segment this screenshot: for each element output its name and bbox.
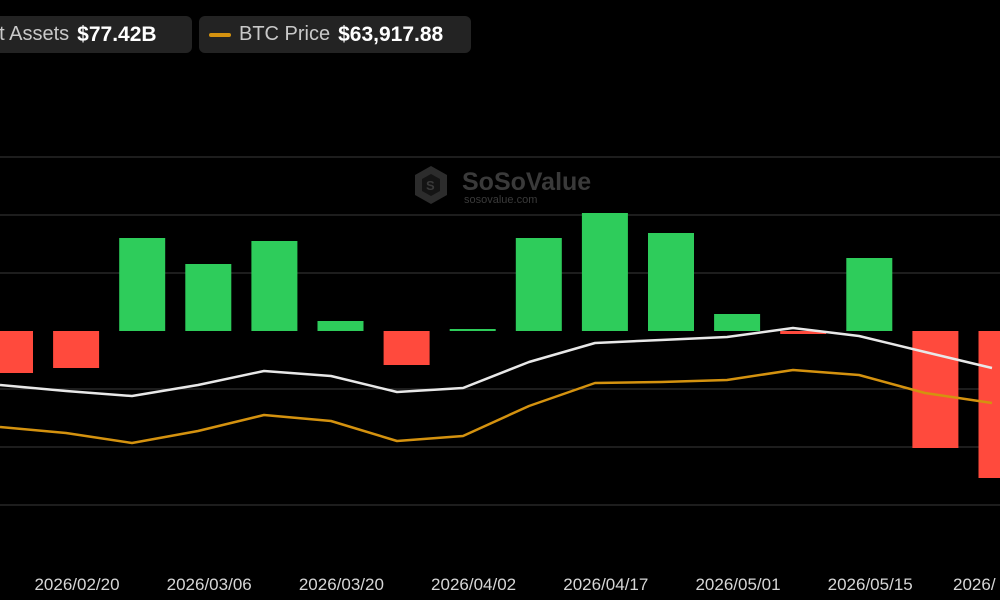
net-assets-line <box>0 326 993 398</box>
flow-bar <box>515 238 562 331</box>
watermark-brand: SoSoValue <box>462 168 591 196</box>
flow-bar <box>581 213 628 331</box>
watermark-url: sosovalue.com <box>464 194 537 206</box>
flow-bar <box>119 238 166 331</box>
flow-bar <box>978 331 1000 478</box>
x-tick-label: 2026/04/02 <box>431 575 516 594</box>
flow-bar <box>251 241 298 331</box>
etf-flow-chart: S SoSoValue sosovalue.com 2026/02/20 2026… <box>0 156 1000 594</box>
flow-bar <box>449 329 496 331</box>
flow-bars <box>0 213 1000 478</box>
flow-bar <box>912 331 959 448</box>
flow-bar <box>714 314 761 331</box>
x-axis-ticks: 2026/02/20 2026/03/06 2026/03/20 2026/04/02… <box>34 575 995 594</box>
x-tick-label: 2026/05/01 <box>695 575 780 594</box>
flow-bar <box>185 264 232 331</box>
flow-bar <box>53 331 100 368</box>
svg-text:S: S <box>426 178 435 193</box>
flow-bar <box>383 331 430 365</box>
series-lines <box>0 326 993 445</box>
x-tick-label: 2026/03/06 <box>167 575 252 594</box>
x-tick-label: 2026/05/15 <box>828 575 913 594</box>
sosovalue-watermark: S SoSoValue sosovalue.com <box>415 166 591 206</box>
x-tick-label: 2026/ <box>953 575 996 594</box>
x-tick-label: 2026/03/20 <box>299 575 384 594</box>
x-tick-label: 2026/04/17 <box>563 575 648 594</box>
x-tick-label: 2026/02/20 <box>34 575 119 594</box>
flow-bar <box>317 321 364 331</box>
flow-bar <box>846 258 893 331</box>
sosovalue-logo-icon: S <box>415 166 447 204</box>
btc-price-line <box>0 368 993 445</box>
flow-bar <box>648 233 694 331</box>
flow-bar <box>0 331 33 373</box>
